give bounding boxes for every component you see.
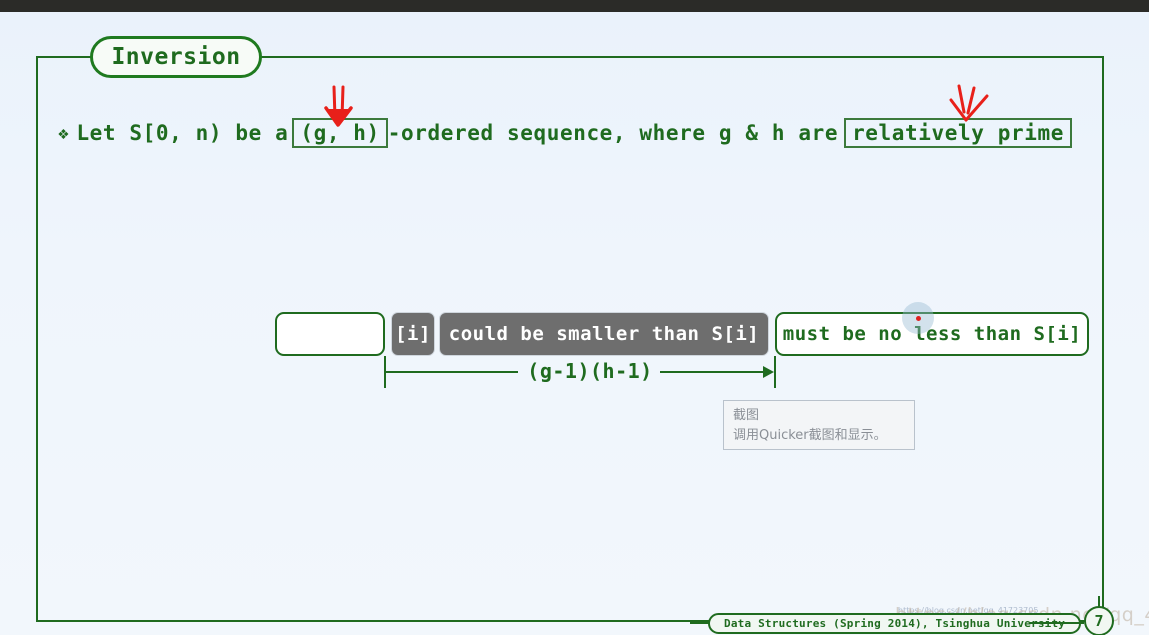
segment-index-label: [i] bbox=[391, 312, 435, 356]
inversion-diagram-row: [i] could be smaller than S[i] must be n… bbox=[275, 312, 1089, 356]
page-number-badge: 7 bbox=[1084, 606, 1114, 635]
measure-label: (g-1)(h-1) bbox=[527, 359, 653, 383]
segment-must-be-no-less: must be no less than S[i] bbox=[775, 312, 1089, 356]
measure-arrowhead-icon bbox=[763, 366, 774, 378]
footer-text: Data Structures (Spring 2014), Tsinghua … bbox=[724, 617, 1066, 630]
segment-could-be-smaller: could be smaller than S[i] bbox=[439, 312, 769, 356]
measure-tick-right bbox=[774, 356, 776, 388]
slide-stage: Inversion ❖ Let S[0, n) be a (g, h) -ord… bbox=[0, 0, 1149, 635]
page-title: Inversion bbox=[111, 43, 241, 70]
slide-footer: Data Structures (Spring 2014), Tsinghua … bbox=[708, 613, 1082, 634]
bullet-text-middle: -ordered sequence, where g & h are bbox=[387, 121, 839, 146]
footer-rule-right bbox=[1030, 622, 1084, 624]
bullet-text-before: Let S[0, n) be a bbox=[76, 121, 289, 146]
boxed-relatively-prime-term: relatively prime bbox=[844, 118, 1072, 149]
measure-bracket: (g-1)(h-1) bbox=[384, 356, 776, 388]
measure-line-left bbox=[386, 371, 518, 373]
boxed-gh-term: (g, h) bbox=[292, 118, 388, 149]
footer-rule-left bbox=[690, 622, 710, 624]
tooltip-title: 截图 bbox=[733, 408, 760, 423]
diamond-bullet-icon: ❖ bbox=[58, 122, 70, 144]
segment-empty-box bbox=[275, 312, 385, 356]
window-top-bar bbox=[0, 0, 1149, 12]
quicker-tooltip: 截图 调用Quicker截图和显示。 bbox=[723, 400, 915, 450]
measure-line-right bbox=[660, 371, 768, 373]
slide-title-pill: Inversion bbox=[90, 36, 262, 78]
tooltip-description: 调用Quicker截图和显示。 bbox=[733, 428, 887, 444]
bullet-statement: ❖ Let S[0, n) be a (g, h) -ordered seque… bbox=[58, 118, 1072, 149]
page-number: 7 bbox=[1094, 612, 1104, 630]
